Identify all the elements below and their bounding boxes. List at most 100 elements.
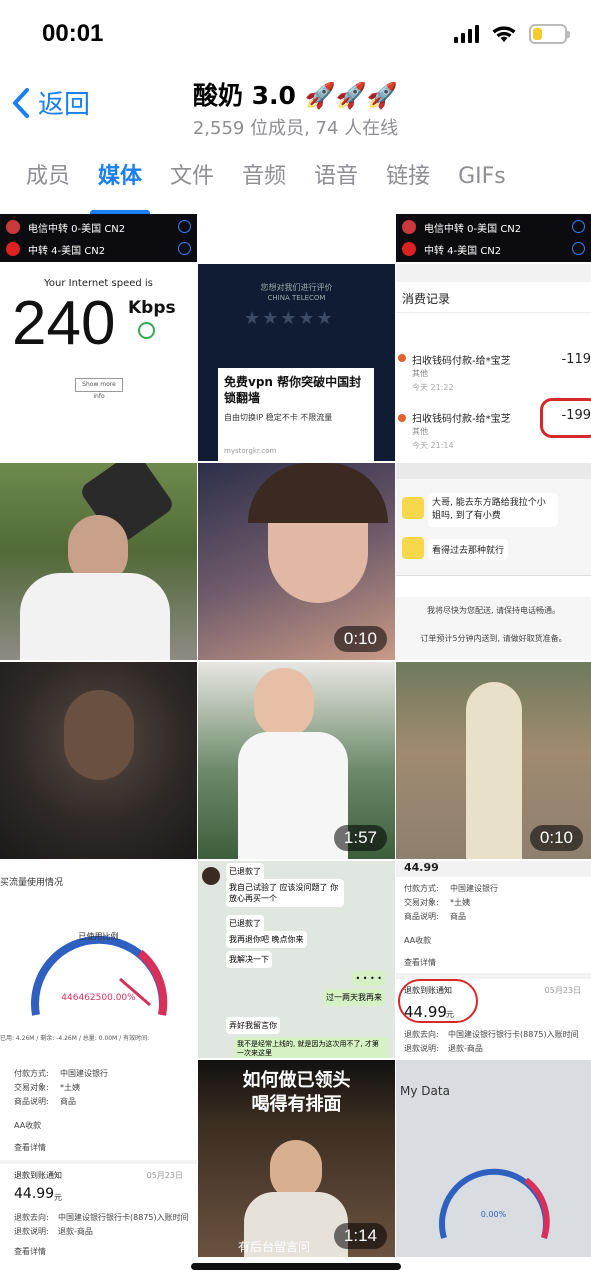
record-2-title: 扫收钱码付款-给*宝芝 [412,414,511,425]
us-flag-icon [6,220,20,234]
chat-msg: 我解决一下 [226,951,272,968]
pay-label: 付款方式: [404,884,439,893]
us-flag-icon [402,220,416,234]
ad-body: 自由切换IP 稳定不卡 不限流量 [224,413,333,422]
desc2-label: 退款说明: [14,1227,49,1236]
to-label: 退款去向: [404,1030,439,1039]
chat-msg-outgoing: 过一两天我再来 [323,989,385,1006]
media-thumb-my-data[interactable]: My Data 0.00% [396,1060,591,1257]
media-thumb-payment-records[interactable]: 消费记录 扫收钱码付款-给*宝芝 其他 今天 21:22 -119 扫收钱码付款… [396,264,591,461]
media-thumb-telecom-survey[interactable]: 您想对我们进行评价 CHINA TELECOM ★★★★★ 免费vpn 帮你突破… [198,264,395,461]
vpn-row-1: 电信中转 0-美国 CN2 [28,224,126,235]
speaker-head [270,1140,322,1200]
media-thumb-chat-refund[interactable]: 已退款了 我自己试验了 应该没问题了 你放心再买一个 已退款了 我再退你吧 晚点… [198,861,395,1058]
trade-value: *土姨 [60,1083,80,1092]
vpn-row-1: 电信中转 0-美国 CN2 [424,224,522,235]
chat-input-bar [396,575,591,597]
media-thumb-photo-boy[interactable] [0,463,197,660]
tab-media[interactable]: 媒体 [84,140,156,214]
tab-files[interactable]: 文件 [156,140,228,214]
desc2-value: 退款-商品 [58,1227,93,1236]
red-circle-annotation [540,398,591,438]
chat-msg: 我再退你吧 晚点你来 [226,931,307,948]
delivery-notice-2: 订单预计5分钟内送到, 请做好取货准备。 [420,634,567,643]
chat-title-block[interactable]: 酸奶 3.0 🚀🚀🚀 2,559 位成员, 74 人在线 [0,76,591,140]
vpn-row-2: 中转 4-美国 CN2 [28,246,106,257]
chat-msg: 已退款了 [226,915,264,932]
chat-msg-2: 看得过去那种就行 [428,539,509,560]
ad-title: 免费vpn 帮你突破中国封锁翻墙 [224,375,362,405]
figure-head [64,690,134,780]
media-thumb-painting[interactable] [0,662,197,859]
chat-msg-outgoing: • • • • [352,971,385,986]
media-thumb-video-glasses[interactable]: 1:57 [198,662,395,859]
tab-audio[interactable]: 音频 [228,140,300,214]
cn-flag-icon [6,242,20,256]
status-time: 00:01 [42,20,104,47]
cn-flag-icon [402,242,416,256]
media-thumb-blank[interactable] [198,214,395,262]
tab-gifs[interactable]: GIFs [444,140,520,214]
trade-value: *土姨 [450,898,470,907]
wifi-icon [492,25,516,42]
delivery-notice-1: 我将尽快为您配送, 请保持电话畅通。 [426,606,561,615]
media-thumb-chat-screenshot[interactable]: 大哥, 能去东方路给我拉个小姐吗, 到了有小费 看得过去那种就行 我将尽快为您配… [396,463,591,660]
red-circle-annotation [398,979,478,1023]
media-thumb-refund-notice[interactable]: 44.99 付款方式: 中国建设银行 交易对象: *土姨 商品说明: 商品 AA… [396,861,591,1058]
navigation-bar: 返回 酸奶 3.0 🚀🚀🚀 2,559 位成员, 74 人在线 [0,70,591,140]
jacket [238,732,348,859]
media-thumb-refund-receipt[interactable]: 付款方式: 中国建设银行 交易对象: *土姨 商品说明: 商品 AA收款 查看详… [0,1060,197,1257]
media-thumb-speedtest[interactable]: Your Internet speed is 240 Kbps Show mor… [0,264,197,461]
media-grid: 电信中转 0-美国 CN2 中转 4-美国 CN2 电信中转 0-美国 CN2 … [0,214,591,1280]
usage-gauge [31,935,168,1016]
gauge-label: 已使用比例 [78,932,119,941]
media-thumb-video-street[interactable]: 0:10 [396,662,591,859]
info-icon [178,242,191,255]
video-duration: 0:10 [529,825,583,851]
payment-icon [398,414,406,422]
tab-links[interactable]: 链接 [372,140,444,214]
member-count: 2,559 位成员, 74 人在线 [192,118,399,139]
info-icon [572,220,585,233]
desc2-value: 退款-商品 [448,1044,483,1053]
chat-msg: 已退款了 [226,863,264,880]
record-1-title: 扫收钱码付款-给*宝芝 [412,356,511,367]
phone-status-strip [396,264,591,282]
my-data-title: My Data [400,1084,450,1098]
chat-title: 酸奶 3.0 🚀🚀🚀 [192,81,399,110]
notice-title: 退款到账通知 [14,1171,62,1180]
status-icons [454,24,570,44]
record-2-time: 今天 21:14 [412,441,454,450]
chat-msg-outgoing: 我不是经常上线的, 就是因为这次用不了, 才第一次来这里 [234,1037,388,1058]
to-label: 退款去向: [14,1213,49,1222]
desc-label: 商品说明: [14,1097,49,1106]
face [254,668,314,738]
speed-value: 240 [12,289,116,358]
vpn-ad-card: 免费vpn 帮你突破中国封锁翻墙 自由切换IP 稳定不卡 不限流量 mystor… [218,368,374,461]
chat-msg-1: 大哥, 能去东方路给我拉个小姐吗, 到了有小费 [428,493,558,527]
refund-amount: 44.99 [14,1186,55,1202]
media-thumb-vpn-list-right[interactable]: 电信中转 0-美国 CN2 中转 4-美国 CN2 [396,214,591,262]
media-thumb-vpn-list-left[interactable]: 电信中转 0-美国 CN2 中转 4-美国 CN2 [0,214,197,262]
pay-value: 中国建设银行 [60,1069,108,1078]
record-1-sub: 其他 [412,369,428,378]
record-2-sub: 其他 [412,427,428,436]
media-thumb-data-gauge[interactable]: 买流量使用情况 已使用比例 446462500.00% 已用: 4.26M / … [0,861,197,1058]
refund-unit: 元 [54,1193,62,1202]
avatar [202,867,220,885]
my-data-value: 0.00% [480,1210,507,1219]
info-icon [572,242,585,255]
desc-value: 商品 [450,912,466,921]
records-title: 消费记录 [402,292,451,306]
trade-label: 交易对象: [14,1083,49,1092]
media-thumb-video-woman[interactable]: 0:10 [198,463,395,660]
avatar [402,537,424,559]
speed-unit: Kbps [128,298,176,318]
info-icon [178,220,191,233]
media-thumb-video-talk[interactable]: 如何做已领头 喝得有排面 有后台留言问 1:14 [198,1060,395,1257]
hair [248,463,388,523]
tab-voice[interactable]: 语音 [300,140,372,214]
refresh-icon [138,322,155,339]
home-indicator[interactable] [190,1263,401,1270]
tab-members[interactable]: 成员 [0,140,84,214]
